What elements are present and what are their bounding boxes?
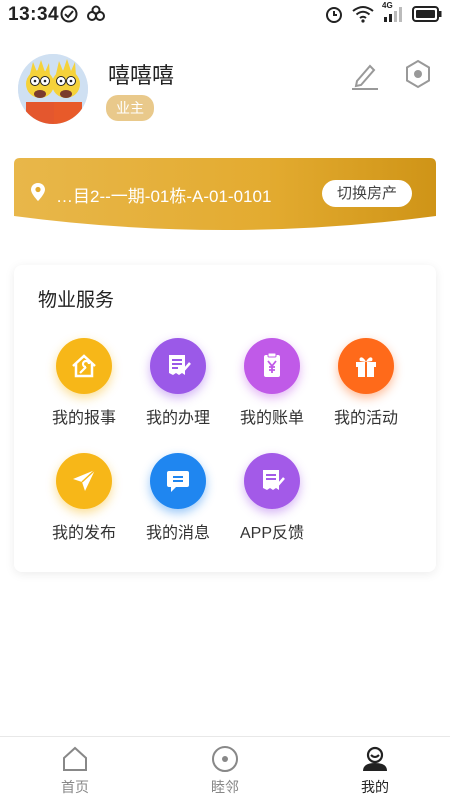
service-item-my-messages[interactable]: 我的消息 [130, 453, 226, 543]
switch-property-button[interactable]: 切换房产 [322, 180, 412, 207]
service-label: 我的账单 [239, 410, 304, 427]
home-icon [61, 745, 89, 773]
service-item-my-posts[interactable]: 我的发布 [36, 453, 132, 543]
gift-icon [338, 338, 394, 394]
neighbor-icon [211, 745, 239, 773]
address-selector[interactable]: …目2--一期-01栋-A-01-0101 [30, 180, 271, 208]
service-label: 我的报事 [51, 410, 116, 427]
username: 嘻嘻嘻 [108, 63, 175, 88]
signal-icon: 4G [382, 1, 404, 28]
network-type-label: 4G [382, 1, 393, 10]
tab-label: 首页 [61, 779, 89, 795]
service-label: 我的发布 [51, 525, 116, 542]
settings-hexagon-icon[interactable] [402, 58, 434, 90]
check-circle-icon [60, 5, 78, 28]
feedback-icon [244, 453, 300, 509]
alarm-icon [324, 4, 344, 29]
service-item-my-handling[interactable]: 我的办理 [130, 338, 226, 428]
service-item-my-activities[interactable]: 我的活动 [318, 338, 414, 428]
profile-header: 嘻嘻嘻 业主 [0, 40, 450, 150]
service-label: 我的消息 [145, 525, 210, 542]
service-item-my-bills[interactable]: 我的账单 [224, 338, 320, 428]
tab-home[interactable]: 首页 [0, 737, 150, 801]
profile-icon [361, 745, 389, 773]
document-edit-icon [150, 338, 206, 394]
location-pin-icon [30, 182, 46, 207]
avatar[interactable] [18, 54, 88, 124]
paper-plane-icon [56, 453, 112, 509]
bottom-tab-bar: 首页 睦邻 我的 [0, 736, 450, 801]
message-icon [150, 453, 206, 509]
tab-label: 睦邻 [211, 779, 239, 795]
role-badge: 业主 [106, 95, 154, 121]
service-label: APP反馈 [239, 525, 305, 542]
address-text: …目2--一期-01栋-A-01-0101 [56, 186, 272, 206]
battery-icon [412, 6, 442, 27]
services-title: 物业服务 [38, 290, 115, 311]
tab-mine[interactable]: 我的 [300, 737, 450, 801]
status-time: 13:34 [8, 4, 60, 25]
house-wrench-icon [56, 338, 112, 394]
service-item-app-feedback[interactable]: APP反馈 [224, 453, 320, 543]
service-label: 我的活动 [333, 410, 398, 427]
tab-neighbors[interactable]: 睦邻 [150, 737, 300, 801]
app-notification-icon [86, 5, 106, 28]
wifi-icon [352, 5, 374, 28]
bill-yen-icon [244, 338, 300, 394]
service-label: 我的办理 [145, 410, 210, 427]
property-services-card: 物业服务 我的报事 我的办理 我的账单 我的活动 我的发布 我的消息 APP反馈 [14, 265, 436, 572]
tab-label: 我的 [361, 779, 389, 795]
status-bar: 13:34 4G [0, 0, 450, 30]
edit-icon[interactable] [350, 60, 380, 90]
service-item-my-reports[interactable]: 我的报事 [36, 338, 132, 428]
